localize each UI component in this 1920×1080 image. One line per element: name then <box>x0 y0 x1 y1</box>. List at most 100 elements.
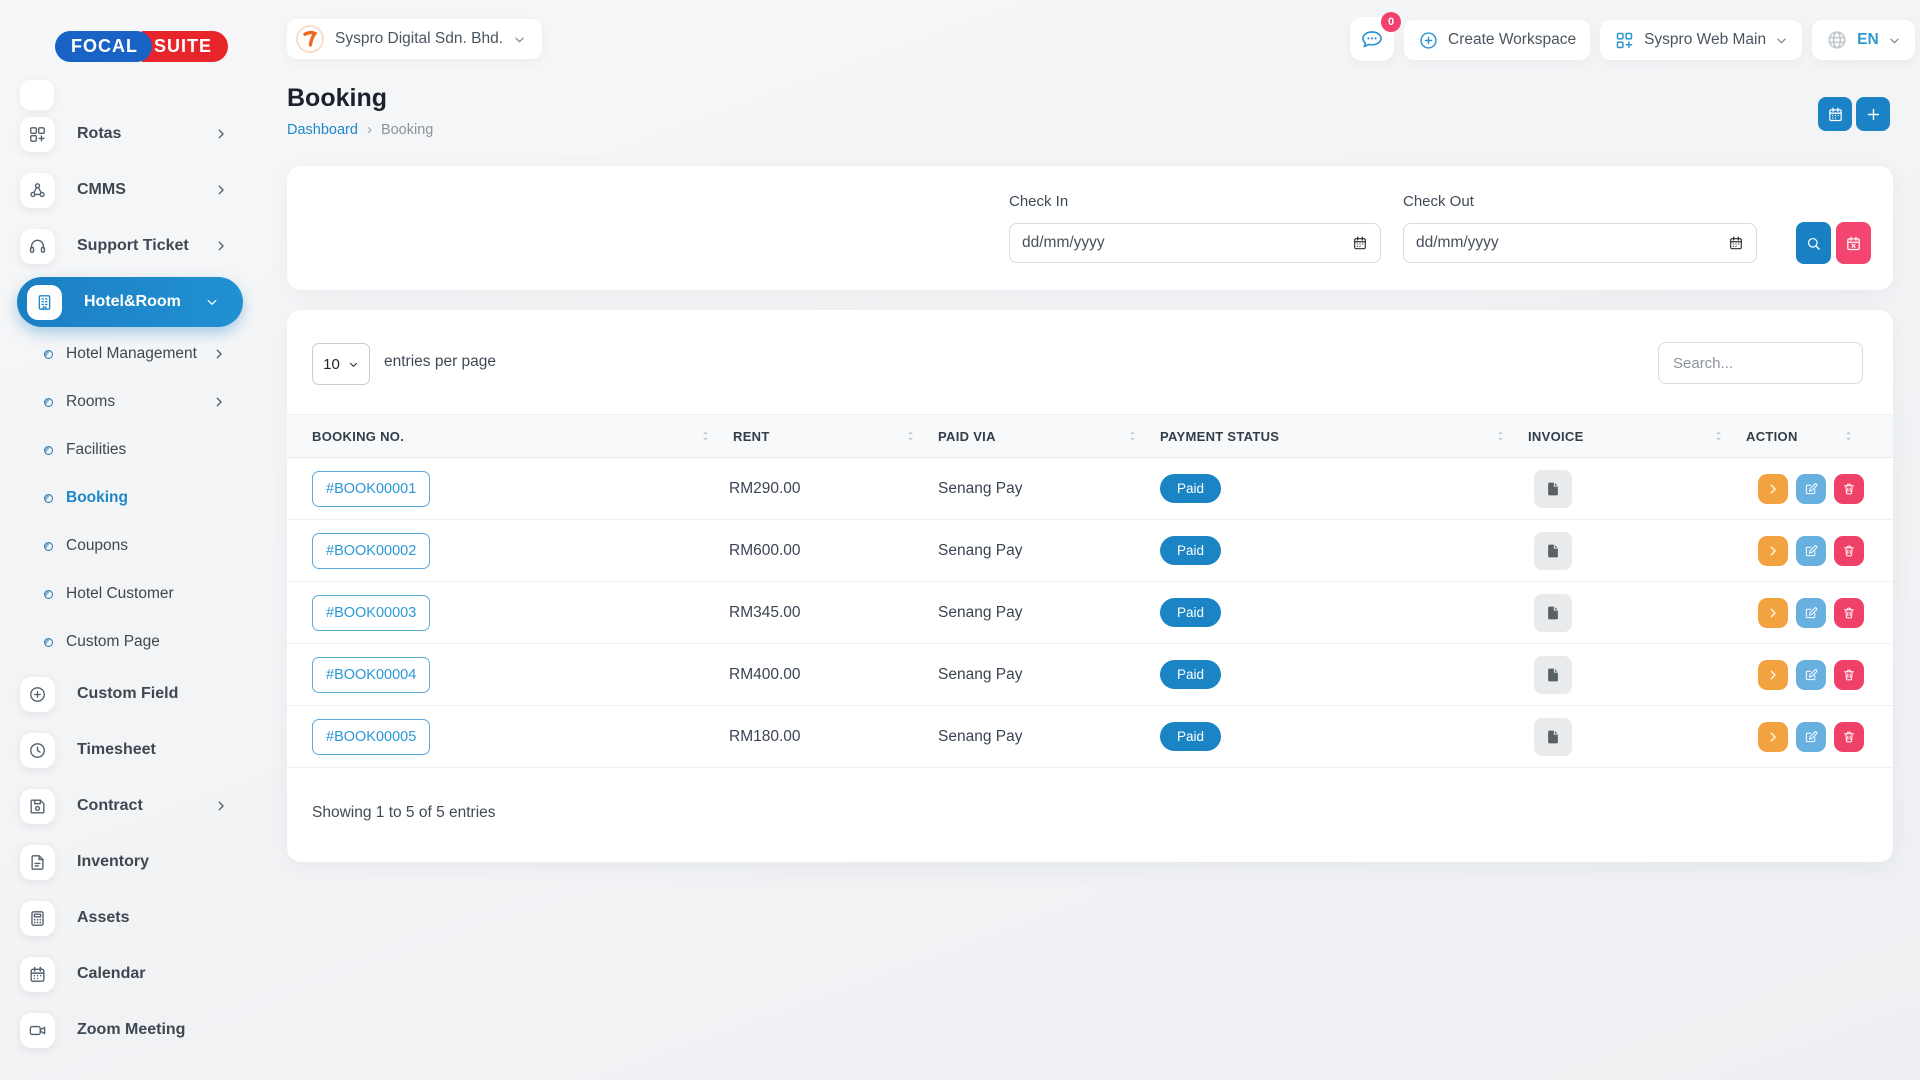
sidebar: Rotas CMMS Support Ticket Hotel&Room Hot… <box>0 106 260 1058</box>
filter-search-button[interactable] <box>1796 222 1831 264</box>
logo-focal: FOCAL <box>55 31 152 62</box>
view-action-button[interactable] <box>1758 660 1788 690</box>
sidebar-subitem-rooms[interactable]: Rooms <box>0 378 260 426</box>
calendar-x-icon <box>1845 235 1862 252</box>
payment-status-badge: Paid <box>1160 474 1221 503</box>
invoice-pdf-button[interactable] <box>1534 594 1572 632</box>
booking-no-link[interactable]: #BOOK00001 <box>312 471 430 507</box>
sidebar-subitem-label: Coupons <box>66 537 260 555</box>
column-header-invoice[interactable]: INVOICE <box>1520 415 1738 457</box>
rent-value: RM290.00 <box>725 480 930 498</box>
view-action-button[interactable] <box>1758 598 1788 628</box>
chevron-icon <box>214 799 228 813</box>
column-header-rent[interactable]: RENT <box>725 415 930 457</box>
sidebar-item-icon <box>20 901 55 936</box>
row-actions <box>1738 722 1868 752</box>
add-booking-button[interactable] <box>1856 97 1890 131</box>
filter-reset-button[interactable] <box>1836 222 1871 264</box>
sidebar-item-rotas[interactable]: Rotas <box>0 106 260 162</box>
delete-action-button[interactable] <box>1834 598 1864 628</box>
chevron-down-icon <box>1888 34 1901 47</box>
view-action-button[interactable] <box>1758 536 1788 566</box>
sidebar-subitem-custom-page[interactable]: Custom Page <box>0 618 260 666</box>
chevron-icon <box>212 347 226 361</box>
view-action-button[interactable] <box>1758 474 1788 504</box>
booking-no-link[interactable]: #BOOK00002 <box>312 533 430 569</box>
table-row: #BOOK00004 RM400.00 Senang Pay Paid <box>287 644 1893 706</box>
delete-action-button[interactable] <box>1834 660 1864 690</box>
booking-no-link[interactable]: #BOOK00004 <box>312 657 430 693</box>
column-header-payment-status[interactable]: PAYMENT STATUS <box>1152 415 1520 457</box>
edit-action-button[interactable] <box>1796 536 1826 566</box>
column-label: PAID VIA <box>938 429 996 444</box>
sidebar-item-icon <box>20 229 55 264</box>
pdf-file-icon <box>1544 480 1562 498</box>
sidebar-item-hotel-room[interactable]: Hotel&Room <box>17 277 243 327</box>
sidebar-item-assets[interactable]: Assets <box>0 890 260 946</box>
bullet-icon <box>44 446 53 455</box>
sidebar-item-timesheet[interactable]: Timesheet <box>0 722 260 778</box>
sidebar-item-icon <box>20 733 55 768</box>
invoice-pdf-button[interactable] <box>1534 656 1572 694</box>
chat-button[interactable]: 0 <box>1350 17 1394 61</box>
sidebar-subitem-coupons[interactable]: Coupons <box>0 522 260 570</box>
column-header-action[interactable]: ACTION <box>1738 415 1868 457</box>
company-selector[interactable]: Syspro Digital Sdn. Bhd. <box>287 19 542 59</box>
column-header-paid-via[interactable]: PAID VIA <box>930 415 1152 457</box>
booking-no-link[interactable]: #BOOK00003 <box>312 595 430 631</box>
invoice-pdf-button[interactable] <box>1534 718 1572 756</box>
chevron-down-icon <box>1775 34 1788 47</box>
paid-via-value: Senang Pay <box>930 542 1152 560</box>
sidebar-subitem-booking[interactable]: Booking <box>0 474 260 522</box>
invoice-pdf-button[interactable] <box>1534 470 1572 508</box>
workspace-selector[interactable]: Syspro Web Main <box>1600 20 1802 60</box>
sidebar-item-support-ticket[interactable]: Support Ticket <box>0 218 260 274</box>
language-selector[interactable]: EN <box>1812 20 1915 60</box>
page-size-select[interactable]: 10 <box>312 343 370 385</box>
create-workspace-button[interactable]: Create Workspace <box>1404 20 1590 60</box>
edit-action-button[interactable] <box>1796 474 1826 504</box>
column-header-booking-no-[interactable]: BOOKING NO. <box>312 415 725 457</box>
delete-action-button[interactable] <box>1834 474 1864 504</box>
bullet-icon <box>44 398 53 407</box>
sidebar-subitem-hotel-customer[interactable]: Hotel Customer <box>0 570 260 618</box>
sidebar-item-inventory[interactable]: Inventory <box>0 834 260 890</box>
rent-value: RM180.00 <box>725 728 930 746</box>
check-in-input[interactable]: dd/mm/yyyy <box>1009 223 1381 263</box>
invoice-pdf-button[interactable] <box>1534 532 1572 570</box>
view-action-button[interactable] <box>1758 722 1788 752</box>
sidebar-item-label: Support Ticket <box>77 237 214 255</box>
workspace-name: Syspro Web Main <box>1644 31 1766 49</box>
edit-action-button[interactable] <box>1796 660 1826 690</box>
sidebar-item-contract[interactable]: Contract <box>0 778 260 834</box>
calendar-icon <box>1827 106 1844 123</box>
table-search-input[interactable] <box>1658 342 1863 384</box>
edit-action-button[interactable] <box>1796 598 1826 628</box>
sidebar-item-icon <box>20 173 55 208</box>
calendar-icon[interactable] <box>1728 235 1744 251</box>
sidebar-item-calendar[interactable]: Calendar <box>0 946 260 1002</box>
table-header-row: BOOKING NO. RENT PAID VIA PAYMENT STATUS… <box>287 414 1893 458</box>
sidebar-item-icon <box>27 285 62 320</box>
breadcrumb-dashboard-link[interactable]: Dashboard <box>287 122 358 138</box>
sidebar-item-custom-field[interactable]: Custom Field <box>0 666 260 722</box>
globe-icon <box>1826 29 1848 51</box>
sidebar-item-cmms[interactable]: CMMS <box>0 162 260 218</box>
pdf-file-icon <box>1544 604 1562 622</box>
calendar-view-button[interactable] <box>1818 97 1852 131</box>
check-out-input[interactable]: dd/mm/yyyy <box>1403 223 1757 263</box>
delete-action-button[interactable] <box>1834 722 1864 752</box>
rent-value: RM400.00 <box>725 666 930 684</box>
sidebar-item-zoom-meeting[interactable]: Zoom Meeting <box>0 1002 260 1058</box>
edit-action-button[interactable] <box>1796 722 1826 752</box>
booking-no-link[interactable]: #BOOK00005 <box>312 719 430 755</box>
delete-action-button[interactable] <box>1834 536 1864 566</box>
company-name: Syspro Digital Sdn. Bhd. <box>335 30 503 48</box>
calendar-icon[interactable] <box>1352 235 1368 251</box>
sidebar-subitem-hotel-management[interactable]: Hotel Management <box>0 330 260 378</box>
sidebar-item-icon <box>20 677 55 712</box>
page-header-buttons <box>1818 97 1890 131</box>
sidebar-subitem-facilities[interactable]: Facilities <box>0 426 260 474</box>
rent-value: RM600.00 <box>725 542 930 560</box>
chevron-icon <box>212 395 226 409</box>
